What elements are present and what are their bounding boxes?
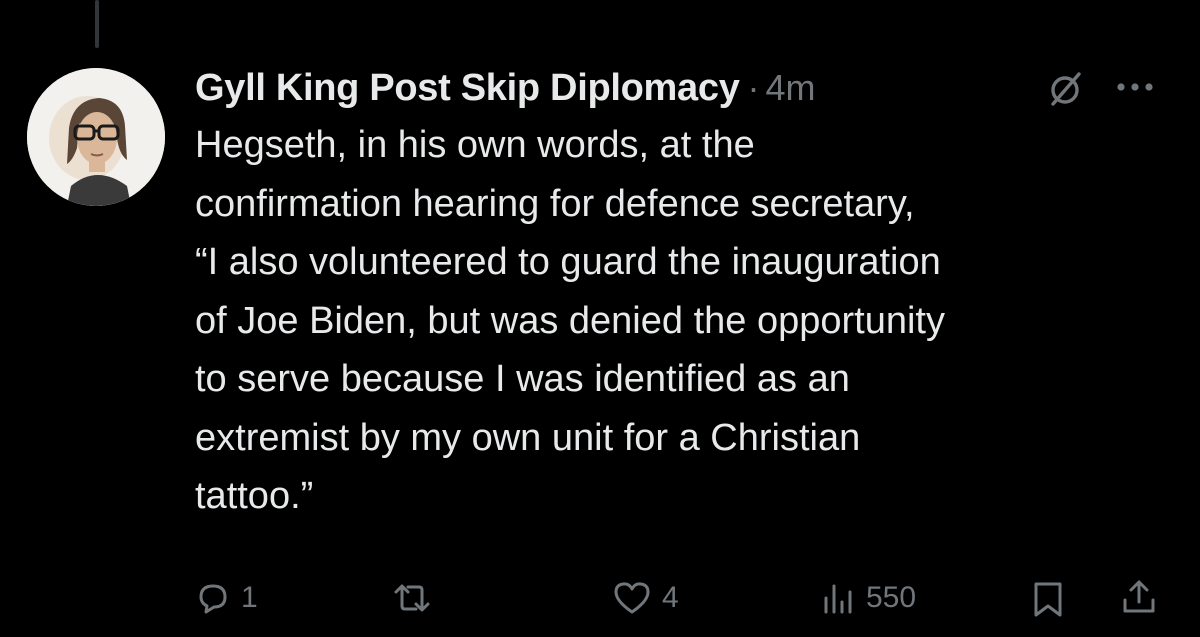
share-button[interactable]: [1118, 576, 1160, 618]
post-text: Hegseth, in his own words, at the confir…: [195, 124, 945, 517]
reply-icon: [199, 584, 227, 614]
avatar[interactable]: [27, 68, 165, 206]
like-button[interactable]: 4: [610, 578, 679, 618]
action-bar: 1 4 550: [0, 572, 1200, 622]
reply-button[interactable]: 1: [193, 578, 258, 618]
bookmark-button[interactable]: [1028, 578, 1068, 620]
grok-icon[interactable]: [1045, 70, 1085, 110]
views-button[interactable]: 550: [818, 578, 916, 618]
views-icon: [824, 584, 852, 614]
repost-icon: [394, 584, 430, 612]
avatar-portrait: [27, 68, 165, 206]
post-header: Gyll King Post Skip Diplomacy · 4m: [195, 58, 1175, 118]
share-icon: [1123, 580, 1155, 613]
repost-button[interactable]: [388, 578, 444, 618]
reply-count: 1: [241, 581, 258, 614]
more-icon[interactable]: [1110, 72, 1160, 102]
bookmark-icon: [1034, 582, 1062, 617]
views-count: 550: [866, 581, 917, 614]
author-name[interactable]: Gyll King Post Skip Diplomacy: [195, 67, 740, 110]
post-time[interactable]: 4m: [766, 67, 816, 109]
like-count: 4: [662, 581, 679, 614]
separator-dot: ·: [747, 67, 760, 108]
thread-connector-line: [95, 0, 99, 48]
post[interactable]: Gyll King Post Skip Diplomacy · 4m Hegse…: [195, 58, 1175, 526]
heart-icon: [614, 582, 650, 614]
